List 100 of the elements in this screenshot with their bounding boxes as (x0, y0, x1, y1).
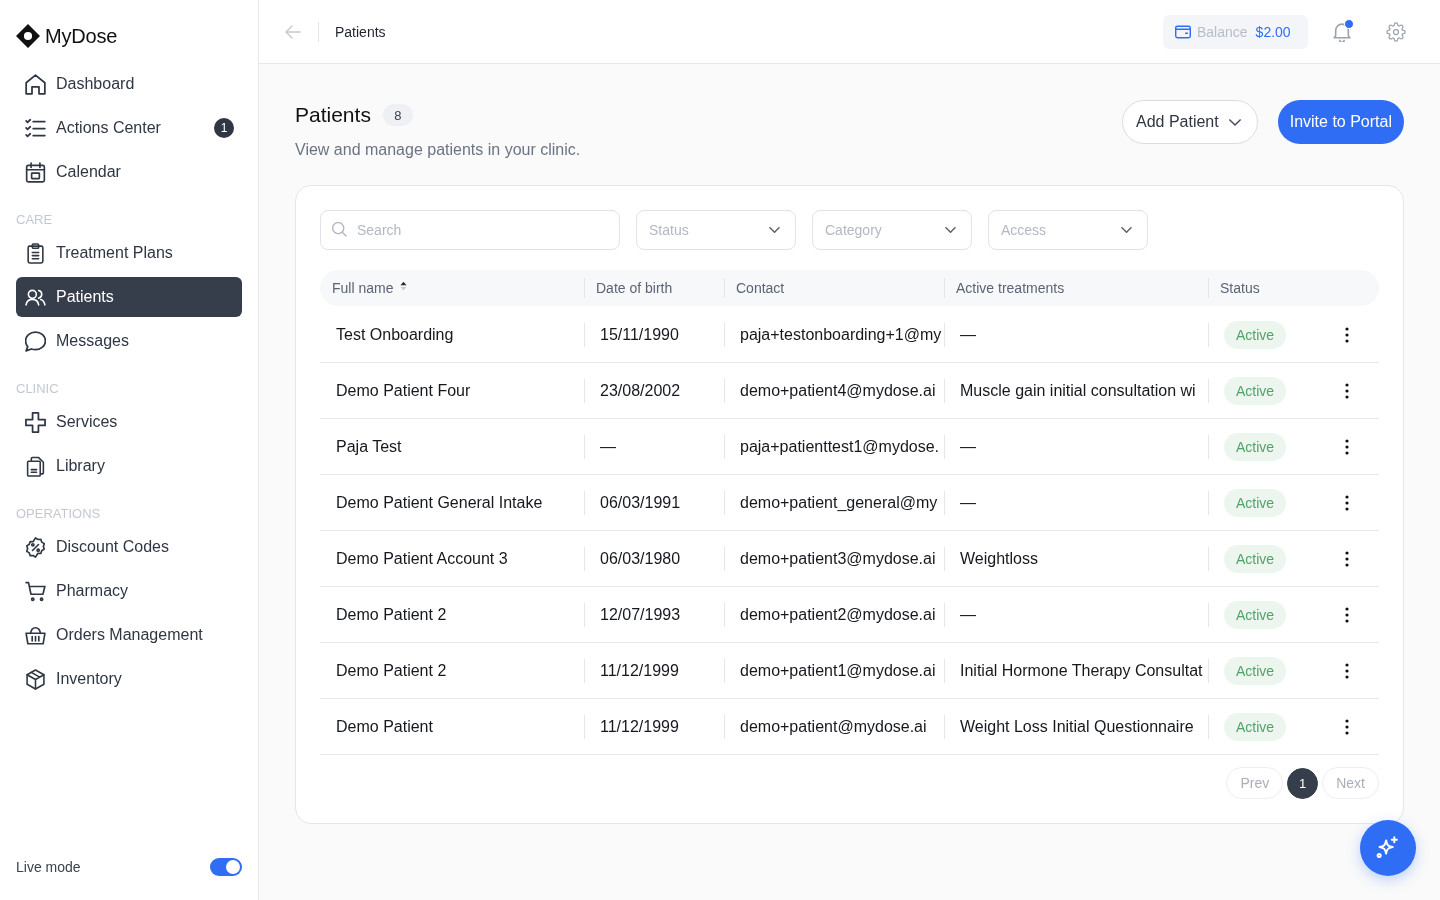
table-cell: demo+patient3@mydose.ai (740, 549, 936, 568)
live-mode-toggle[interactable] (210, 858, 242, 876)
chevron-down-icon (769, 227, 780, 233)
more-vertical-icon (1345, 550, 1349, 567)
table-cell: — (960, 437, 976, 456)
table-cell: 11/12/1999 (600, 661, 679, 680)
sidebar-item[interactable]: Services (16, 402, 242, 442)
notifications-button[interactable] (1332, 20, 1352, 43)
table-cell: 12/07/1993 (600, 605, 681, 624)
table-cell: 06/03/1991 (600, 493, 681, 512)
page-subtitle: View and manage patients in your clinic. (295, 140, 581, 160)
status-tag: Active (1224, 600, 1287, 629)
checklist-icon (25, 117, 46, 139)
table-cell: demo+patient4@mydose.ai (740, 381, 936, 400)
status-tag: Active (1224, 712, 1287, 741)
sidebar-item[interactable]: Discount Codes (16, 527, 242, 567)
box-icon (25, 668, 46, 690)
column-header: Date of birth (596, 280, 673, 296)
speech-bubble-icon (25, 330, 46, 352)
sparkle-icon (1376, 836, 1400, 860)
table-cell: — (600, 437, 616, 456)
page-number-button[interactable]: 1 (1287, 767, 1319, 799)
sidebar-item[interactable]: Calendar (16, 152, 242, 192)
balance-amount: $2.00 (1255, 23, 1291, 40)
section-heading: CARE (16, 212, 54, 228)
patient-count: 8 (382, 104, 413, 126)
more-vertical-icon (1345, 718, 1349, 735)
table-cell: 15/11/1990 (600, 325, 679, 344)
table-cell: demo+patient_general@my (740, 493, 938, 512)
table-cell: Demo Patient 2 (336, 605, 447, 624)
balance-chip[interactable]: Balance $2.00 (1163, 14, 1308, 49)
search-field[interactable]: Search (320, 210, 620, 250)
live-mode-label: Live mode (16, 859, 81, 875)
table-cell: 11/12/1999 (600, 717, 679, 736)
table-cell: Demo Patient Four (336, 381, 471, 400)
cart-icon (25, 580, 46, 602)
status-tag: Active (1224, 544, 1287, 573)
assistant-button[interactable] (1360, 820, 1416, 876)
caret-icon (1228, 118, 1241, 126)
page-title: Patients (295, 103, 371, 127)
settings-icon (1386, 21, 1406, 42)
documents-icon (25, 455, 46, 477)
calendar-icon (25, 161, 46, 183)
clipboard-icon (25, 242, 46, 264)
section-heading: CLINIC (16, 381, 60, 397)
chevron-down-icon (945, 227, 956, 233)
sidebar-item[interactable]: Inventory (16, 659, 242, 699)
status-tag: Active (1224, 488, 1287, 517)
more-vertical-icon (1345, 326, 1349, 343)
table-cell: paja+testonboarding+1@my (740, 325, 942, 344)
table-cell: Paja Test (336, 437, 402, 456)
sidebar-item[interactable]: Pharmacy (16, 571, 242, 611)
basket-icon (25, 624, 46, 646)
home-icon (25, 73, 46, 95)
table-cell: Demo Patient (336, 717, 433, 736)
wallet-icon (1175, 24, 1191, 39)
percent-badge-icon (25, 536, 46, 558)
column-header: Contact (736, 280, 785, 296)
sidebar-item[interactable]: Patients (16, 277, 242, 317)
table-cell: paja+patienttest1@mydose. (740, 437, 940, 456)
more-vertical-icon (1345, 606, 1349, 623)
table-cell: — (960, 493, 976, 512)
table-cell: — (960, 325, 976, 344)
status-tag: Active (1224, 656, 1287, 685)
breadcrumb-current: Patients (335, 23, 386, 40)
settings-button[interactable] (1386, 21, 1406, 42)
sidebar-item[interactable]: Treatment Plans (16, 233, 242, 273)
table-cell: demo+patient1@mydose.ai (740, 661, 936, 680)
column-header: Status (1220, 280, 1260, 296)
more-vertical-icon (1345, 662, 1349, 679)
more-vertical-icon (1345, 494, 1349, 511)
sidebar-item[interactable]: Orders Management (16, 615, 242, 655)
chevron-down-icon (1121, 227, 1132, 233)
table-cell: Demo Patient General Intake (336, 493, 543, 512)
sidebar-item[interactable]: Dashboard (16, 64, 242, 104)
table-cell: Demo Patient Account 3 (336, 549, 508, 568)
table-cell: — (960, 605, 976, 624)
table-cell: Muscle gain initial consultation wi (960, 381, 1196, 400)
column-header[interactable]: Full name (332, 280, 394, 296)
balance-label: Balance (1197, 23, 1248, 40)
table-cell: Test Onboarding (336, 325, 454, 344)
table-cell: Initial Hormone Therapy Consultat (960, 661, 1203, 680)
table-cell: demo+patient@mydose.ai (740, 717, 927, 736)
sidebar-item[interactable]: Actions Center 1 (16, 108, 242, 148)
table-cell: Weightloss (960, 549, 1038, 568)
cross-icon (25, 411, 46, 433)
sidebar-item[interactable]: Library (16, 446, 242, 486)
sidebar-item[interactable]: Messages (16, 321, 242, 361)
table-cell: Weight Loss Initial Questionnaire (960, 717, 1194, 736)
table-cell: demo+patient2@mydose.ai (740, 605, 936, 624)
brand-name: MyDose (45, 24, 118, 48)
invite-button[interactable]: Invite to Portal (1277, 100, 1404, 144)
status-tag: Active (1224, 432, 1287, 461)
status-tag: Active (1224, 320, 1287, 349)
more-vertical-icon (1345, 382, 1349, 399)
column-header: Active treatments (956, 280, 1065, 296)
add-patient-button[interactable]: Add Patient (1122, 100, 1258, 144)
table-cell: 06/03/1980 (600, 549, 681, 568)
bell-icon (1332, 21, 1352, 42)
table-cell: 23/08/2002 (600, 381, 681, 400)
